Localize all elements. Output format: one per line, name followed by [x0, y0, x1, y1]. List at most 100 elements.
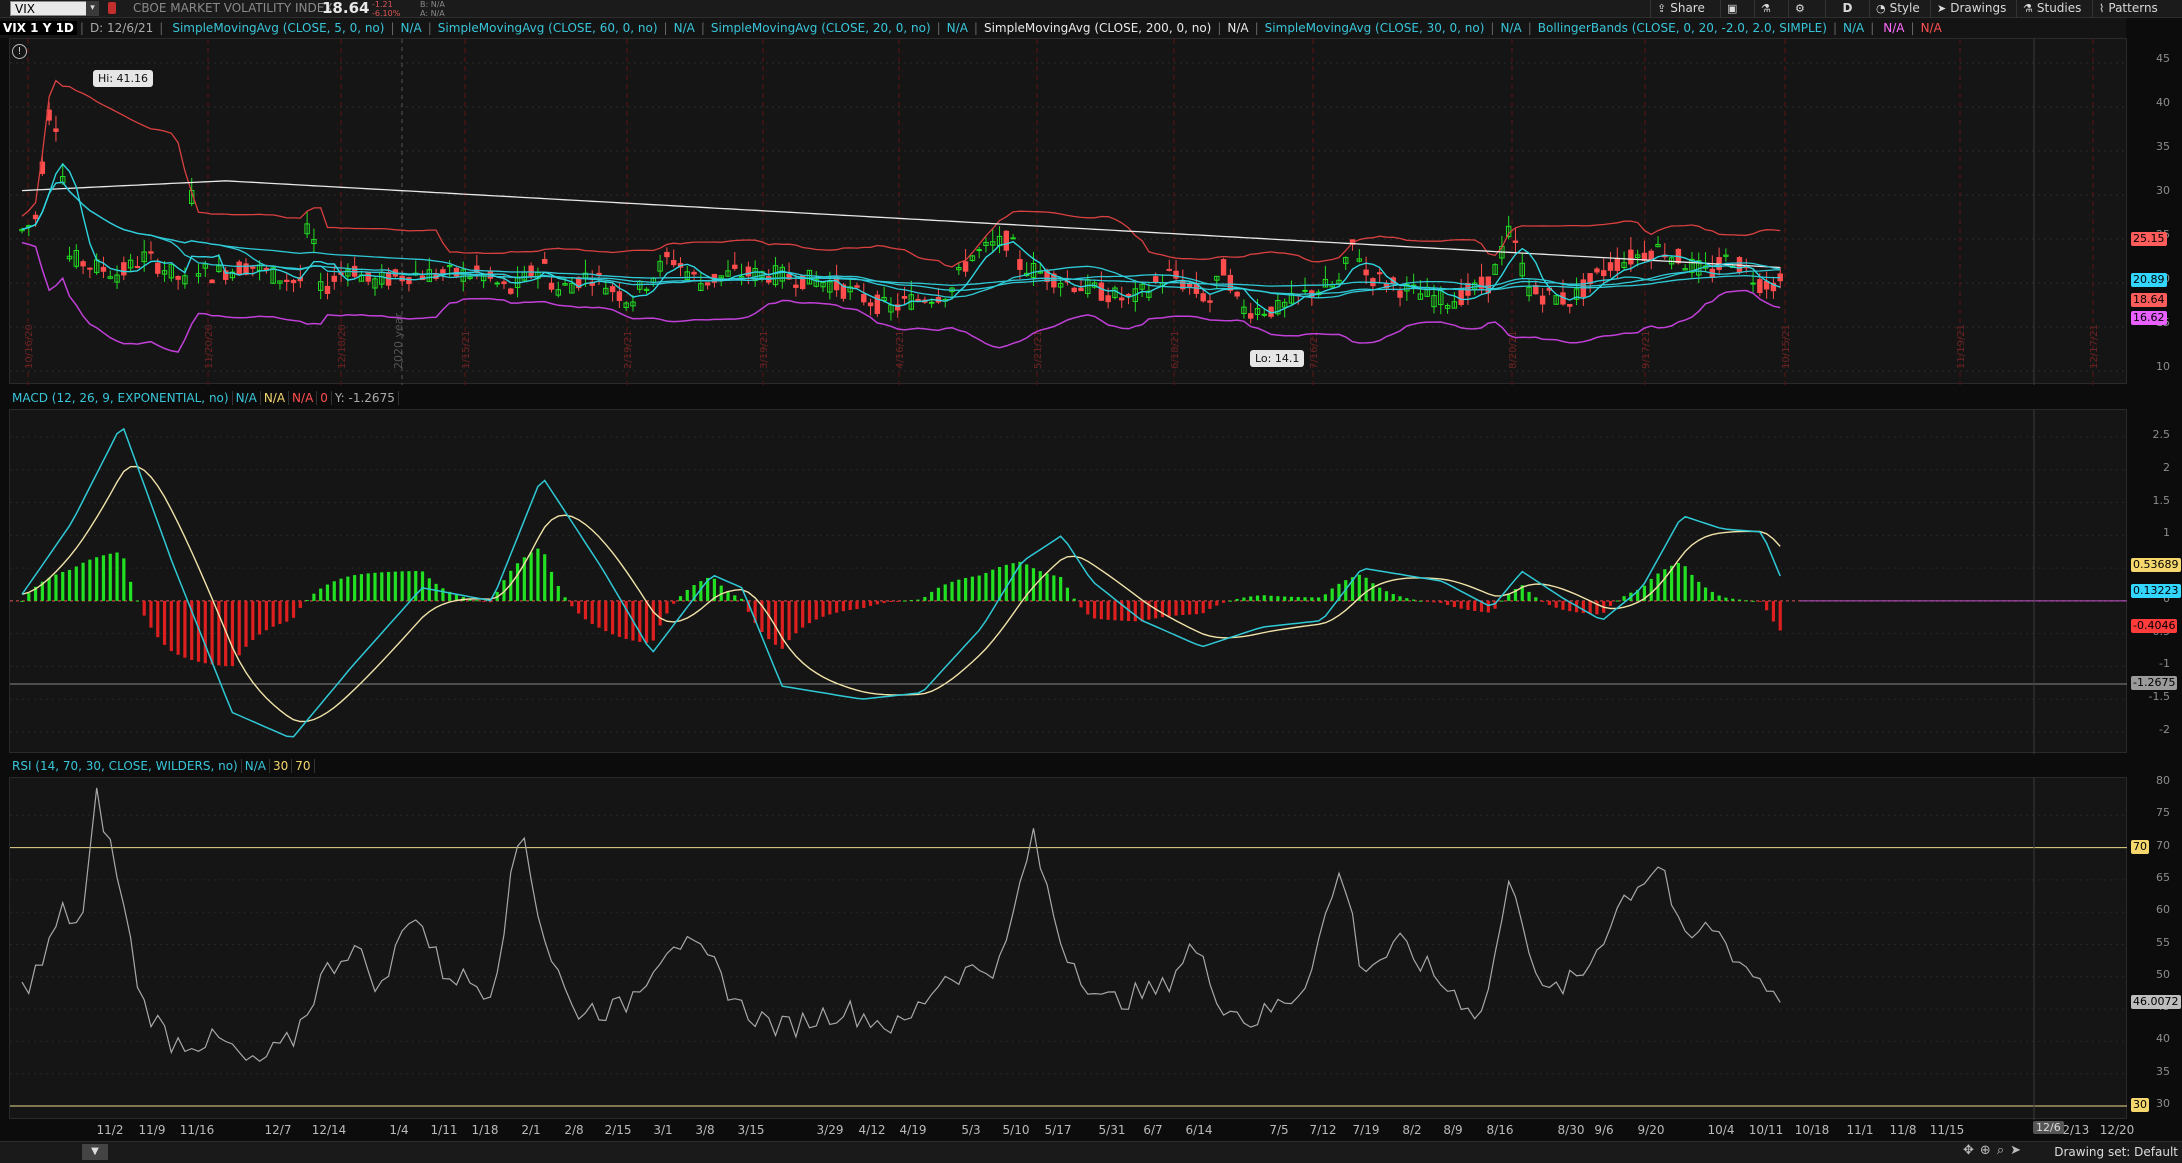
candle-body	[1376, 272, 1383, 275]
period-label[interactable]: VIX 1 Y 1D	[0, 21, 77, 35]
macd-histogram-bar	[142, 600, 146, 616]
info-icon[interactable]: !	[12, 44, 27, 59]
style-button[interactable]: ◔ Style	[1869, 0, 1926, 18]
candle-body	[861, 293, 867, 303]
high-bubble: Hi: 41.16	[93, 70, 154, 87]
macd-histogram-bar	[896, 600, 900, 602]
time-axis-label: 3/8	[695, 1123, 715, 1137]
macd-histogram-bar	[1004, 564, 1008, 601]
macd-histogram-bar	[1724, 597, 1728, 601]
macd-histogram-bar	[807, 600, 812, 624]
macd-histogram-bar	[88, 559, 92, 601]
time-axis-label: 4/12	[858, 1123, 886, 1137]
macd-histogram-bar	[67, 569, 72, 601]
macd-histogram-bar	[658, 600, 662, 626]
pan-icon[interactable]: ✥	[1963, 1143, 1974, 1158]
zoom-icon[interactable]: ⌕	[1997, 1143, 2004, 1158]
separator: |	[1527, 21, 1532, 35]
macd-histogram-bar	[1405, 598, 1409, 601]
share-label: Share	[1670, 1, 1705, 15]
candle-body	[365, 272, 371, 282]
candle-body	[1363, 269, 1369, 276]
study-label[interactable]: BollingerBands (CLOSE, 0, 20, -2.0, 2.0,…	[1535, 21, 1830, 35]
study-label[interactable]: SimpleMovingAvg (CLOSE, 30, 0, no)	[1262, 21, 1488, 35]
patterns-button[interactable]: ⌇ Patterns	[2092, 0, 2164, 18]
candle-body	[87, 267, 93, 270]
axis-tick-label: -1	[2159, 657, 2170, 671]
macd-histogram-bar	[902, 600, 907, 602]
study-label[interactable]: SimpleMovingAvg (CLOSE, 200, 0, no)	[981, 21, 1214, 35]
symbol-description: CBOE MARKET VOLATILITY INDEX	[133, 1, 333, 15]
macd-histogram-bar	[1059, 576, 1063, 601]
study-label[interactable]: SimpleMovingAvg (CLOSE, 5, 0, no)	[169, 21, 387, 35]
macd-histogram-bar	[515, 563, 520, 601]
macd-histogram-bar	[1140, 600, 1144, 622]
time-axis-label: 6/7	[1143, 1123, 1163, 1137]
studies-button[interactable]: ⚗ Studies	[2016, 0, 2087, 18]
rsi-axis[interactable]: 8075706560555045403530	[2127, 774, 2182, 1119]
price-label-tag: 46.0072	[2131, 994, 2181, 1009]
screenshot-button[interactable]: ▣	[1720, 0, 1747, 18]
time-axis-label: 5/17	[1044, 1123, 1072, 1137]
share-button[interactable]: ⇪ Share	[1650, 0, 1711, 18]
camera-icon: ▣	[1727, 2, 1738, 15]
axis-tick-label: 80	[2156, 774, 2170, 787]
macd-histogram-bar	[1208, 600, 1212, 609]
macd-histogram-bar	[1242, 597, 1246, 601]
macd-histogram-bar	[1771, 600, 1776, 622]
axis-tick-label: -1.5	[2148, 690, 2170, 704]
macd-histogram-bar	[1765, 600, 1769, 611]
cursor-icon[interactable]: ➤	[2010, 1143, 2021, 1158]
axis-tick-label: 40	[2156, 1032, 2170, 1046]
macd-histogram-bar	[549, 571, 554, 601]
macd-histogram-bar	[1554, 600, 1558, 608]
macd-histogram-bar	[1228, 600, 1232, 602]
rsi-pane[interactable]	[9, 777, 2128, 1120]
macd-histogram-bar	[1384, 591, 1389, 601]
macd-histogram-bar	[868, 600, 873, 606]
collapse-panel-icon[interactable]: ▼	[82, 1144, 108, 1160]
candle-body	[745, 266, 752, 277]
macd-histogram-bar	[400, 571, 404, 601]
macd-histogram-bar	[1466, 600, 1470, 610]
drawings-button[interactable]: ➤ Drawings	[1930, 0, 2012, 18]
settings-button[interactable]: ⚙	[1788, 0, 1815, 18]
macd-histogram-bar	[325, 584, 330, 601]
macd-histogram-bar	[61, 571, 65, 601]
macd-histogram-bar	[475, 600, 479, 602]
aggregation-button[interactable]: D	[1825, 0, 1869, 18]
study-label[interactable]: SimpleMovingAvg (CLOSE, 60, 0, no)	[435, 21, 661, 35]
axis-tick-label: 10	[2156, 360, 2170, 373]
study-label[interactable]: SimpleMovingAvg (CLOSE, 20, 0, no)	[708, 21, 934, 35]
crosshair-icon[interactable]: ⊕	[1980, 1143, 1991, 1158]
macd-histogram-bar	[393, 571, 397, 601]
flask-button[interactable]: ⚗	[1754, 0, 1781, 18]
macd-histogram-bar	[1731, 598, 1735, 601]
drawing-set-label[interactable]: Drawing set: Default	[2054, 1145, 2178, 1159]
net-change: -1.21 -6.10%	[372, 0, 400, 18]
price-axis[interactable]: 4540353025201510	[2127, 38, 2182, 384]
macd-histogram-bar	[54, 574, 58, 601]
separator: |	[663, 21, 668, 35]
price-label-tag: 0.13223	[2131, 584, 2181, 599]
macd-histogram-bar	[1778, 600, 1782, 631]
macd-pane[interactable]	[9, 409, 2128, 754]
price-pane[interactable]: 10/16/20 11/20/20 12/18/20 1/15/21 2/19/21 3/…	[9, 38, 2128, 385]
symbol-dropdown-icon[interactable]: ▾	[86, 1, 99, 16]
macd-histogram-bar	[1215, 600, 1219, 606]
axis-tick-label: 2	[2163, 460, 2170, 474]
macd-axis[interactable]: 2.521.510.50-0.5-1-1.5-2	[2127, 409, 2182, 753]
alert-flag-icon[interactable]	[108, 2, 116, 14]
price-label-tag: 70	[2131, 839, 2149, 854]
symbol-input[interactable]: VIX	[10, 1, 90, 16]
macd-histogram-bar	[251, 600, 255, 641]
macd-histogram-bar	[767, 600, 771, 640]
macd-histogram-bar	[1221, 600, 1226, 603]
rsi-title[interactable]: RSI (14, 70, 30, CLOSE, WILDERS, no)	[9, 759, 242, 773]
period-date-label: 6/18/21	[1170, 330, 1181, 369]
macd-title[interactable]: MACD (12, 26, 9, EXPONENTIAL, no)	[9, 391, 233, 405]
time-axis[interactable]: 11/2 11/9 11/16 12/7 12/14 1/4 1/11 1/18 2/1 2/8 2…	[9, 1121, 2135, 1139]
candle-body	[100, 266, 107, 272]
period-date-label: 10/15/21	[1781, 324, 1792, 369]
macd-histogram-bar	[1174, 600, 1178, 616]
